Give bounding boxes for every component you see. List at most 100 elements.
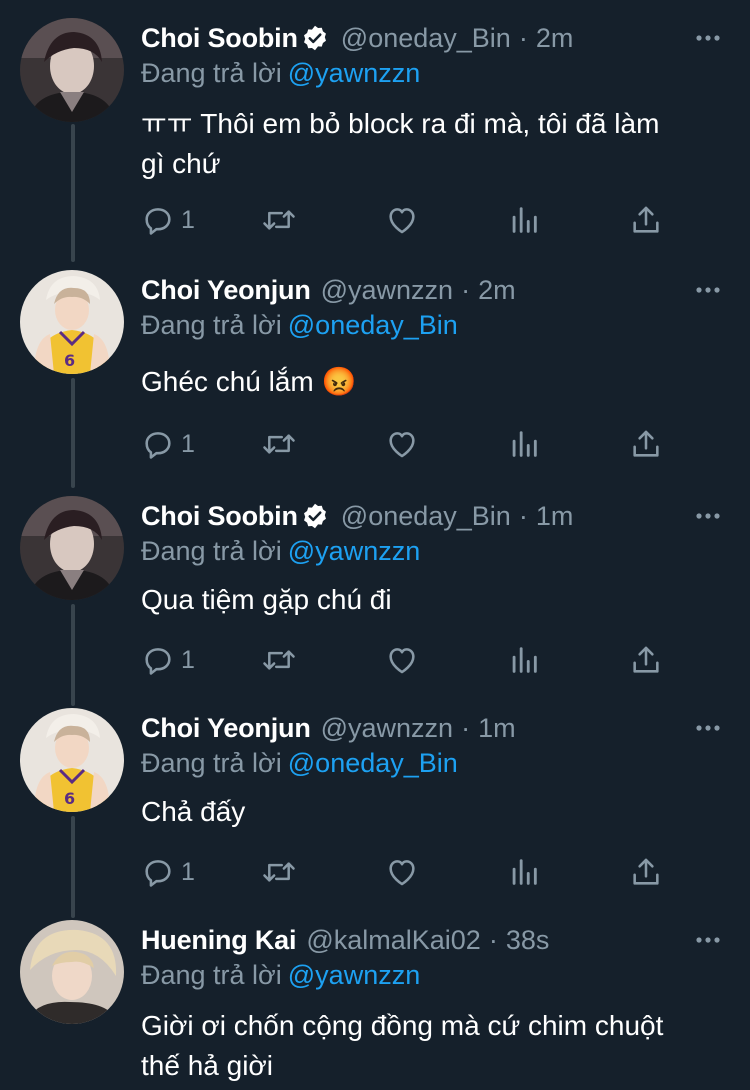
verified-badge-icon: [301, 24, 329, 52]
reply-count: 1: [181, 205, 195, 234]
tweet-text-line: thế hả giời: [141, 1050, 274, 1081]
heart-icon: [385, 855, 419, 889]
tweet-text-line: Chả đấy: [141, 796, 246, 827]
analytics-button[interactable]: [507, 200, 541, 240]
like-button[interactable]: [385, 200, 419, 240]
tweet-text-line: ㅠㅠ Thôi em bỏ block ra đi mà, tôi đã làm: [141, 108, 660, 139]
user-handle[interactable]: @oneday_Bin: [341, 23, 511, 54]
retweet-icon: [261, 427, 297, 461]
tweet-header: Choi Soobin @oneday_Bin · 1m: [141, 496, 573, 536]
verified-badge-icon: [301, 502, 329, 530]
analytics-icon: [507, 427, 541, 461]
analytics-icon: [507, 203, 541, 237]
reply-icon: [141, 203, 175, 237]
reply-button[interactable]: 1: [141, 852, 195, 892]
tweet[interactable]: 6 Choi Yeonjun @yawnzzn · 2m Đang trả lờ…: [0, 270, 750, 470]
reply-count: 1: [181, 429, 195, 458]
tweet-actions: 1: [141, 200, 701, 240]
more-icon[interactable]: [694, 280, 722, 300]
mention-link[interactable]: @oneday_Bin: [288, 310, 458, 340]
avatar-kai[interactable]: [20, 920, 124, 1024]
share-button[interactable]: [629, 200, 663, 240]
display-name[interactable]: Choi Yeonjun: [141, 275, 311, 306]
tweet-text-line: Giời ơi chốn cộng đồng mà cứ chim chuột: [141, 1010, 664, 1041]
share-button[interactable]: [629, 640, 663, 680]
share-icon: [629, 427, 663, 461]
tweet[interactable]: Choi Soobin @oneday_Bin · 2m Đang trả lờ…: [0, 18, 750, 258]
user-handle[interactable]: @yawnzzn: [321, 713, 453, 744]
analytics-button[interactable]: [507, 852, 541, 892]
retweet-icon: [261, 203, 297, 237]
like-button[interactable]: [385, 424, 419, 464]
separator-dot: ·: [488, 924, 498, 955]
display-name[interactable]: Choi Soobin: [141, 23, 298, 54]
timestamp[interactable]: 1m: [478, 713, 516, 744]
tweet[interactable]: 6 Choi Yeonjun @yawnzzn · 1m Đang trả lờ…: [0, 708, 750, 908]
more-icon[interactable]: [694, 506, 722, 526]
tweet-header: Choi Soobin @oneday_Bin · 2m: [141, 18, 573, 58]
share-icon: [629, 855, 663, 889]
analytics-icon: [507, 643, 541, 677]
like-button[interactable]: [385, 852, 419, 892]
analytics-button[interactable]: [507, 640, 541, 680]
reply-button[interactable]: 1: [141, 200, 195, 240]
tweet-header: Choi Yeonjun @yawnzzn · 1m: [141, 708, 516, 748]
mention-link[interactable]: @yawnzzn: [288, 58, 420, 88]
more-icon[interactable]: [694, 930, 722, 950]
more-icon[interactable]: [694, 28, 722, 48]
replying-to: Đang trả lời @oneday_Bin: [141, 310, 458, 341]
retweet-button[interactable]: [261, 424, 297, 464]
tweet[interactable]: Choi Soobin @oneday_Bin · 1m Đang trả lờ…: [0, 496, 750, 696]
timestamp[interactable]: 2m: [536, 23, 574, 54]
avatar-yeonjun[interactable]: 6: [20, 708, 124, 812]
more-icon[interactable]: [694, 718, 722, 738]
mention-link[interactable]: @yawnzzn: [288, 960, 420, 990]
tweet-actions: 1: [141, 424, 701, 464]
tweet-text: Ghéc chú lắm 😡: [141, 362, 741, 402]
share-icon: [629, 643, 663, 677]
replying-to: Đang trả lời @oneday_Bin: [141, 748, 458, 779]
replying-to: Đang trả lời @yawnzzn: [141, 960, 420, 991]
user-handle[interactable]: @yawnzzn: [321, 275, 453, 306]
display-name[interactable]: Choi Yeonjun: [141, 713, 311, 744]
replying-to: Đang trả lời @yawnzzn: [141, 536, 420, 567]
retweet-button[interactable]: [261, 640, 297, 680]
tweet[interactable]: Huening Kai @kalmalKai02 · 38s Đang trả …: [0, 920, 750, 1090]
retweet-icon: [261, 643, 297, 677]
mention-link[interactable]: @oneday_Bin: [288, 748, 458, 778]
reply-icon: [141, 855, 175, 889]
share-button[interactable]: [629, 424, 663, 464]
reply-button[interactable]: 1: [141, 640, 195, 680]
tweet-text: Giời ơi chốn cộng đồng mà cứ chim chuột …: [141, 1006, 741, 1086]
timestamp[interactable]: 1m: [536, 501, 574, 532]
mention-link[interactable]: @yawnzzn: [288, 536, 420, 566]
timestamp[interactable]: 2m: [478, 275, 516, 306]
avatar-soobin[interactable]: [20, 18, 124, 122]
user-handle[interactable]: @oneday_Bin: [341, 501, 511, 532]
conversation-thread: Choi Soobin @oneday_Bin · 2m Đang trả lờ…: [0, 0, 750, 1090]
replying-to: Đang trả lời @yawnzzn: [141, 58, 420, 89]
display-name[interactable]: Choi Soobin: [141, 501, 298, 532]
svg-text:6: 6: [64, 351, 75, 370]
share-button[interactable]: [629, 852, 663, 892]
avatar-yeonjun[interactable]: 6: [20, 270, 124, 374]
reply-icon: [141, 427, 175, 461]
retweet-button[interactable]: [261, 852, 297, 892]
tweet-header: Huening Kai @kalmalKai02 · 38s: [141, 920, 549, 960]
replying-to-label: Đang trả lời: [141, 58, 282, 88]
separator-dot: ·: [461, 274, 471, 305]
display-name[interactable]: Huening Kai: [141, 925, 297, 956]
reply-icon: [141, 643, 175, 677]
retweet-button[interactable]: [261, 200, 297, 240]
svg-text:6: 6: [64, 789, 75, 808]
tweet-text-line: Ghéc chú lắm 😡: [141, 366, 357, 397]
user-handle[interactable]: @kalmalKai02: [306, 925, 481, 956]
timestamp[interactable]: 38s: [506, 925, 550, 956]
analytics-button[interactable]: [507, 424, 541, 464]
like-button[interactable]: [385, 640, 419, 680]
reply-button[interactable]: 1: [141, 424, 195, 464]
tweet-text: ㅠㅠ Thôi em bỏ block ra đi mà, tôi đã làm…: [141, 104, 741, 184]
tweet-text-line: gì chứ: [141, 148, 221, 179]
tweet-header: Choi Yeonjun @yawnzzn · 2m: [141, 270, 516, 310]
avatar-soobin[interactable]: [20, 496, 124, 600]
